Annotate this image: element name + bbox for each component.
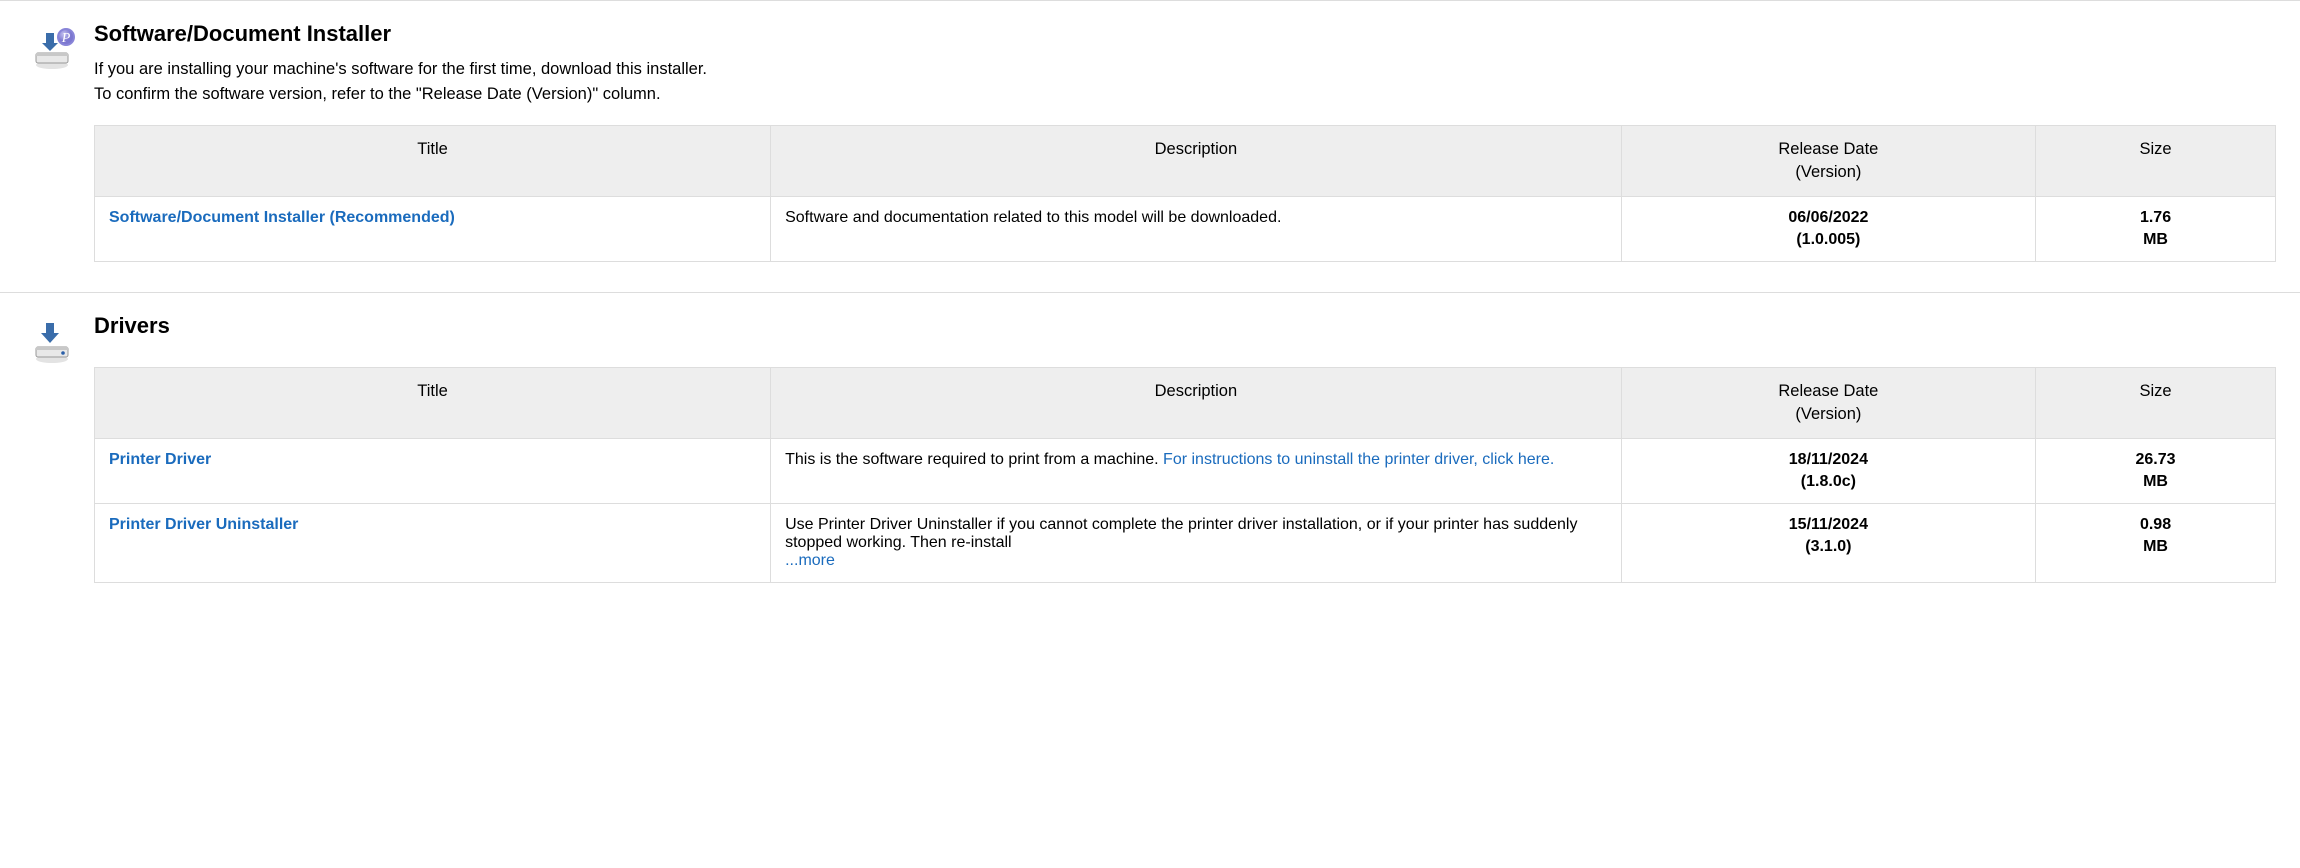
size-cell: 26.73 MB [2036, 438, 2276, 503]
intro-text: If you are installing your machine's sof… [94, 57, 2276, 107]
download-link[interactable]: Printer Driver Uninstaller [109, 516, 298, 533]
section-heading: Software/Document Installer [94, 21, 2276, 47]
date-cell: 15/11/2024 (3.1.0) [1621, 503, 2035, 582]
drivers-icon [28, 317, 76, 365]
size-cell: 1.76 MB [2036, 196, 2276, 261]
description-cell: Software and documentation related to th… [771, 196, 1622, 261]
download-link[interactable]: Printer Driver [109, 451, 211, 468]
drivers-section: Drivers Title Description Release Date (… [0, 292, 2300, 613]
col-desc-header: Description [771, 125, 1622, 196]
col-date-header: Release Date (Version) [1621, 125, 2035, 196]
size-cell: 0.98 MB [2036, 503, 2276, 582]
col-desc-header: Description [771, 367, 1622, 438]
software-table: Title Description Release Date (Version)… [94, 125, 2276, 262]
date-cell: 18/11/2024 (1.8.0c) [1621, 438, 2035, 503]
software-installer-icon: P [28, 25, 76, 73]
table-row: Software/Document Installer (Recommended… [95, 196, 2276, 261]
table-row: Printer Driver Uninstaller Use Printer D… [95, 503, 2276, 582]
svg-text:P: P [61, 31, 71, 46]
col-title-header: Title [95, 125, 771, 196]
uninstall-instructions-link[interactable]: For instructions to uninstall the printe… [1163, 451, 1554, 468]
table-row: Printer Driver This is the software requ… [95, 438, 2276, 503]
section-heading: Drivers [94, 313, 2276, 339]
software-installer-section: P Software/Document Installer If you are… [0, 0, 2300, 292]
col-size-header: Size [2036, 367, 2276, 438]
date-cell: 06/06/2022 (1.0.005) [1621, 196, 2035, 261]
download-link[interactable]: Software/Document Installer (Recommended… [109, 209, 455, 226]
description-cell: This is the software required to print f… [771, 438, 1622, 503]
col-date-header: Release Date (Version) [1621, 367, 2035, 438]
col-title-header: Title [95, 367, 771, 438]
more-link[interactable]: ...more [785, 552, 835, 569]
col-size-header: Size [2036, 125, 2276, 196]
description-cell: Use Printer Driver Uninstaller if you ca… [771, 503, 1622, 582]
drivers-table: Title Description Release Date (Version)… [94, 367, 2276, 583]
